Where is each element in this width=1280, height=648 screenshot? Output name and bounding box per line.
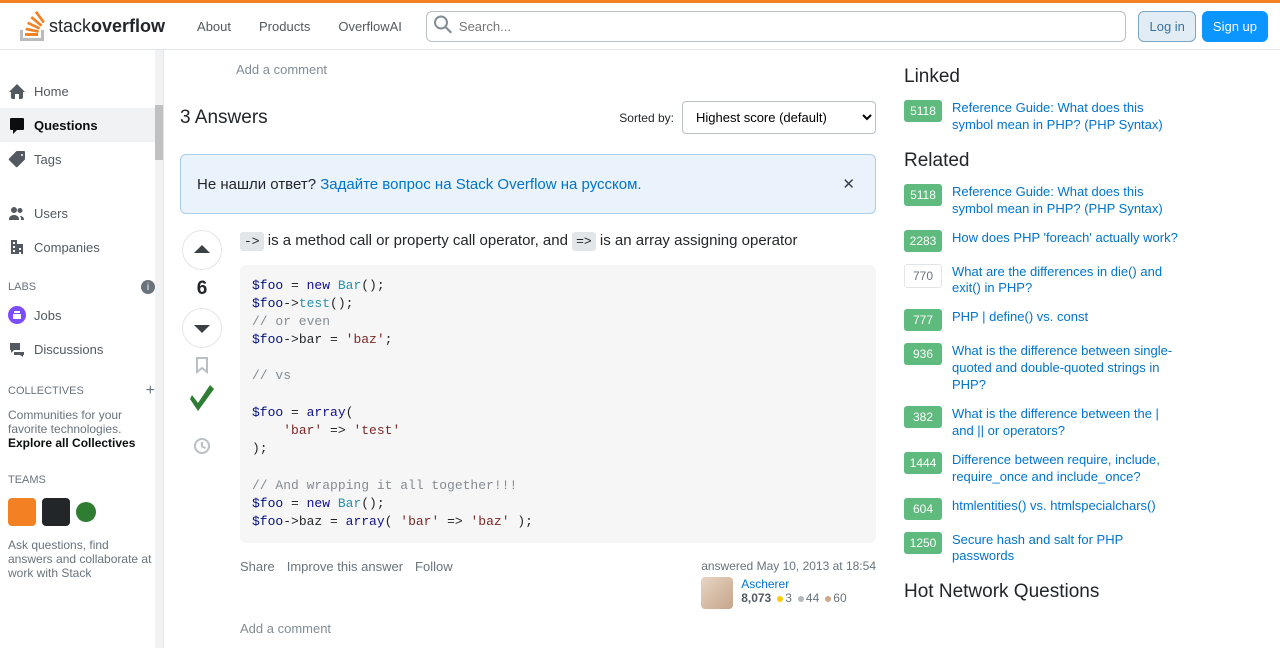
sidebar-home[interactable]: Home <box>0 74 163 108</box>
nav-products[interactable]: Products <box>247 13 322 40</box>
questions-icon <box>8 116 26 134</box>
link-score: 5118 <box>904 184 942 206</box>
hot-network-heading: Hot Network Questions <box>904 581 1180 603</box>
sidebar-jobs[interactable]: Jobs <box>0 298 163 332</box>
search-input[interactable] <box>426 11 1127 42</box>
accepted-checkmark-icon <box>184 385 220 429</box>
related-link-row: 604 htmlentities() vs. htmlspecialchars() <box>904 498 1180 520</box>
related-link-row: 936 What is the difference between single… <box>904 343 1180 394</box>
share-link[interactable]: Share <box>240 559 275 574</box>
related-link[interactable]: htmlentities() vs. htmlspecialchars() <box>952 498 1156 515</box>
nav-about[interactable]: About <box>185 13 243 40</box>
link-score: 2283 <box>904 230 942 252</box>
related-link[interactable]: Secure hash and salt for PHP passwords <box>952 532 1180 566</box>
explore-collectives-link[interactable]: Explore all Collectives <box>8 436 135 450</box>
answer-text: -> is a method call or property call ope… <box>240 230 876 253</box>
related-link[interactable]: What is the difference between the | and… <box>952 406 1180 440</box>
teams-description: Ask questions, find answers and collabor… <box>0 534 163 588</box>
sidebar-users[interactable]: Users <box>0 196 163 230</box>
related-link[interactable]: What is the difference between single-qu… <box>952 343 1180 394</box>
related-link-row: 5118 Reference Guide: What does this symb… <box>904 100 1180 134</box>
close-icon[interactable]: ✕ <box>838 171 859 197</box>
nav-overflowai[interactable]: OverflowAI <box>326 13 414 40</box>
link-score: 777 <box>904 309 942 331</box>
related-heading: Related <box>904 150 1180 172</box>
tag-icon <box>8 150 26 168</box>
link-score: 382 <box>904 406 942 428</box>
add-comment-link[interactable]: Add a comment <box>240 609 876 648</box>
sidebar-labs-heading: LABSi <box>0 264 163 298</box>
notice-link[interactable]: Задайте вопрос на Stack Overflow на русс… <box>320 176 641 193</box>
sidebar-discussions[interactable]: Discussions <box>0 332 163 366</box>
sidebar-tags[interactable]: Tags <box>0 142 163 176</box>
jobs-icon <box>8 306 26 324</box>
collectives-description: Communities for your favorite technologi… <box>0 404 163 458</box>
bookmark-button[interactable] <box>193 356 211 377</box>
link-score: 770 <box>904 264 942 288</box>
info-icon[interactable]: i <box>141 280 155 294</box>
link-score: 5118 <box>904 100 942 122</box>
login-button[interactable]: Log in <box>1138 11 1195 42</box>
teams-logo-1 <box>8 498 36 526</box>
home-icon <box>8 82 26 100</box>
companies-icon <box>8 238 26 256</box>
link-score: 1250 <box>904 532 942 554</box>
related-link-row: 1250 Secure hash and salt for PHP passwor… <box>904 532 1180 566</box>
chevron-down-icon <box>193 319 211 337</box>
related-link[interactable]: Reference Guide: What does this symbol m… <box>952 184 1180 218</box>
chevron-up-icon <box>193 241 211 259</box>
logo[interactable]: stackoverflow <box>12 11 173 41</box>
related-link-row: 770 What are the differences in die() and… <box>904 264 1180 298</box>
sort-select[interactable]: Highest score (default) <box>682 101 876 134</box>
user-reputation: 8,07334460 <box>741 591 846 605</box>
code-block: $foo = new Bar(); $foo->test(); // or ev… <box>240 265 876 544</box>
history-button[interactable] <box>193 437 211 458</box>
vote-score: 6 <box>197 278 208 300</box>
teams-logo-2 <box>42 498 70 526</box>
upvote-button[interactable] <box>182 230 222 270</box>
link-score: 604 <box>904 498 942 520</box>
user-link[interactable]: Ascherer <box>741 577 789 591</box>
answered-timestamp: answered May 10, 2013 at 18:54 <box>701 559 876 573</box>
related-link-row: 777 PHP | define() vs. const <box>904 309 1180 331</box>
inline-code: -> <box>240 232 264 251</box>
related-link[interactable]: Difference between require, include, req… <box>952 452 1180 486</box>
avatar[interactable] <box>701 577 733 609</box>
follow-link[interactable]: Follow <box>415 559 453 574</box>
answers-count: 3 Answers <box>180 107 268 129</box>
sidebar-questions[interactable]: Questions <box>0 108 163 142</box>
users-icon <box>8 204 26 222</box>
linked-heading: Linked <box>904 66 1180 88</box>
link-score: 936 <box>904 343 942 365</box>
teams-logo-check <box>76 502 96 522</box>
logo-text: stackoverflow <box>49 16 165 37</box>
sidebar-collectives-heading: COLLECTIVES+ <box>0 366 163 404</box>
plus-icon[interactable]: + <box>146 382 155 400</box>
related-link-row: 1444 Difference between require, include,… <box>904 452 1180 486</box>
sidebar-companies[interactable]: Companies <box>0 230 163 264</box>
discussions-icon <box>8 340 26 358</box>
stackoverflow-icon <box>20 11 45 41</box>
add-comment-link[interactable]: Add a comment <box>180 50 876 89</box>
related-link-row: 2283 How does PHP 'foreach' actually work… <box>904 230 1180 252</box>
search-icon <box>434 16 452 37</box>
link-score: 1444 <box>904 452 942 474</box>
downvote-button[interactable] <box>182 308 222 348</box>
sorted-by-label: Sorted by: <box>619 111 674 125</box>
scrollbar-thumb[interactable] <box>155 105 163 160</box>
signup-button[interactable]: Sign up <box>1202 11 1268 42</box>
sidebar-teams-heading: TEAMS <box>0 458 163 490</box>
related-link[interactable]: Reference Guide: What does this symbol m… <box>952 100 1180 134</box>
related-link[interactable]: PHP | define() vs. const <box>952 309 1088 326</box>
language-notice: Не нашли ответ? Задайте вопрос на Stack … <box>180 154 876 214</box>
related-link-row: 382 What is the difference between the | … <box>904 406 1180 440</box>
related-link[interactable]: What are the differences in die() and ex… <box>952 264 1180 298</box>
inline-code: => <box>572 232 596 251</box>
related-link-row: 5118 Reference Guide: What does this symb… <box>904 184 1180 218</box>
improve-link[interactable]: Improve this answer <box>287 559 403 574</box>
related-link[interactable]: How does PHP 'foreach' actually work? <box>952 230 1178 247</box>
